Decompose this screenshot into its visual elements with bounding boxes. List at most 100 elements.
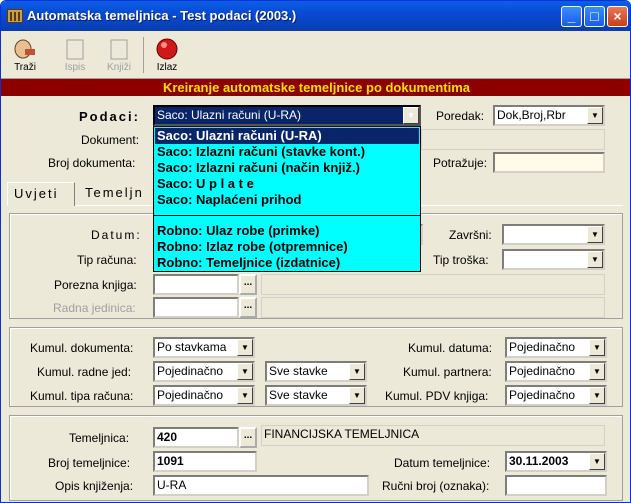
podaci-label: Podaci: xyxy=(79,109,140,124)
broj-dokumenta-label: Broj dokumenta: xyxy=(48,156,136,170)
trazi-label: Traži xyxy=(14,62,36,73)
print-icon xyxy=(66,39,84,60)
kumul-tipa-racuna-stavke-value: Sve stavke xyxy=(269,388,328,402)
dropdown-item[interactable]: Robno: Temeljnice (izdatnice) xyxy=(157,255,340,271)
temeljnica-name-value: FINANCIJSKA TEMELJNICA xyxy=(264,427,420,441)
toolbar-separator xyxy=(143,37,144,73)
kumul-pdv-value: Pojedinačno xyxy=(509,388,576,402)
broj-temeljnice-label: Broj temeljnice: xyxy=(48,456,131,470)
potrazuje-field[interactable] xyxy=(493,152,605,173)
dokument-label: Dokument: xyxy=(81,133,140,147)
datum-temeljnice-label: Datum temeljnice: xyxy=(394,456,491,470)
chevron-down-icon[interactable]: ▼ xyxy=(589,363,605,380)
kumul-tipa-racuna-label: Kumul. tipa računa: xyxy=(30,389,134,403)
ispis-button[interactable]: Ispis xyxy=(57,35,93,75)
kumul-dokumenta-value: Po stavkama xyxy=(157,340,227,354)
kumul-datuma-select[interactable]: Pojedinačno ▼ xyxy=(505,337,607,358)
dropdown-item[interactable]: Saco: U p l a t e xyxy=(157,176,254,192)
kumul-tipa-racuna-stavke-select[interactable]: Sve stavke ▼ xyxy=(265,385,367,406)
kumul-radne-jed-select[interactable]: Pojedinačno ▼ xyxy=(153,361,255,382)
rucni-broj-label: Ručni broj (oznaka): xyxy=(382,479,490,493)
book-icon xyxy=(110,39,128,60)
kumul-radne-jed-stavke-select[interactable]: Sve stavke ▼ xyxy=(265,361,367,382)
porezna-knjiga-label: Porezna knjiga: xyxy=(54,278,137,292)
knjizi-button[interactable]: Knjiži xyxy=(101,35,137,75)
chevron-down-icon[interactable]: ▼ xyxy=(587,251,603,268)
dropdown-item[interactable]: Robno: Ulaz robe (primke) xyxy=(157,223,320,239)
kumul-datuma-label: Kumul. datuma: xyxy=(408,341,493,355)
opis-knjizenja-field[interactable]: U-RA xyxy=(153,475,369,496)
kumul-tipa-racuna-select[interactable]: Pojedinačno ▼ xyxy=(153,385,255,406)
banner: Kreiranje automatske temeljnice po dokum… xyxy=(1,79,630,96)
window-title: Automatska temeljnica - Test podaci (200… xyxy=(27,8,297,23)
radna-jedinica-browse-button[interactable]: ... xyxy=(239,297,257,318)
radna-jedinica-field[interactable] xyxy=(153,297,239,318)
ispis-label: Ispis xyxy=(64,62,86,73)
radna-jedinica-name xyxy=(261,297,605,318)
chevron-down-icon[interactable]: ▼ xyxy=(589,339,605,356)
chevron-down-icon[interactable]: ▼ xyxy=(237,363,253,380)
minimize-button[interactable]: _ xyxy=(561,6,582,27)
kumul-pdv-select[interactable]: Pojedinačno ▼ xyxy=(505,385,607,406)
tip-troska-select[interactable]: ▼ xyxy=(502,249,605,270)
chevron-down-icon[interactable]: ▼ xyxy=(589,453,605,470)
chevron-down-icon[interactable]: ▼ xyxy=(349,363,365,380)
exit-icon xyxy=(156,38,178,60)
datum-label: Datum: xyxy=(91,228,142,242)
chevron-down-icon[interactable]: ▼ xyxy=(237,339,253,356)
tab-uvjeti[interactable]: Uvjeti xyxy=(7,182,75,206)
knjizi-label: Knjiži xyxy=(107,62,131,73)
chevron-down-icon[interactable]: ▼ xyxy=(349,387,365,404)
search-icon xyxy=(14,39,35,59)
poredak-label: Poredak: xyxy=(436,109,485,123)
chevron-down-icon[interactable]: ▼ xyxy=(589,387,605,404)
temeljnica-browse-button[interactable]: ... xyxy=(239,427,257,448)
tab-uvjeti-label: Uvjeti xyxy=(14,186,59,201)
app-icon xyxy=(7,9,23,23)
izlaz-button[interactable]: Izlaz xyxy=(149,35,185,75)
porezna-knjiga-browse-button[interactable]: ... xyxy=(239,274,257,295)
dropdown-item[interactable]: Saco: Izlazni računi (stavke kont.) xyxy=(157,144,365,160)
kumul-dokumenta-select[interactable]: Po stavkama ▼ xyxy=(153,337,255,358)
porezna-knjiga-field[interactable] xyxy=(153,274,239,295)
trazi-button[interactable]: Traži xyxy=(7,35,43,75)
datum-temeljnice-value: 30.11.2003 xyxy=(509,454,569,468)
dropdown-item[interactable]: Saco: Ulazni računi (U-RA) xyxy=(157,128,322,144)
podaci-select[interactable]: Saco: Ulazni računi (U-RA) ▼ xyxy=(153,105,421,126)
poredak-select[interactable]: Dok,Broj,Rbr ▼ xyxy=(493,105,605,126)
datum-temeljnice-select[interactable]: 30.11.2003 ▼ xyxy=(505,451,607,472)
radna-jedinica-label: Radna jedinica: xyxy=(53,301,136,315)
dropdown-item[interactable]: Robno: Izlaz robe (otpremnice) xyxy=(157,239,348,255)
chevron-down-icon[interactable]: ▼ xyxy=(237,387,253,404)
dropdown-separator xyxy=(154,215,420,216)
kumul-partnera-select[interactable]: Pojedinačno ▼ xyxy=(505,361,607,382)
zavrsni-label: Završni: xyxy=(449,228,492,242)
chevron-down-icon[interactable]: ▼ xyxy=(587,226,603,243)
broj-temeljnice-field[interactable]: 1091 xyxy=(153,451,257,472)
chevron-down-icon[interactable]: ▼ xyxy=(403,107,419,124)
maximize-button[interactable]: □ xyxy=(584,6,605,27)
dokument-field[interactable] xyxy=(421,129,605,150)
dropdown-item[interactable]: Saco: Izlazni računi (način knjiž.) xyxy=(157,160,360,176)
temeljnica-code: 420 xyxy=(157,430,178,444)
podaci-value: Saco: Ulazni računi (U-RA) xyxy=(157,108,302,122)
kumul-pdv-label: Kumul. PDV knjiga: xyxy=(385,389,489,403)
podaci-dropdown-list[interactable]: Saco: Ulazni računi (U-RA) Saco: Izlazni… xyxy=(153,126,421,272)
zavrsni-select[interactable]: ▼ xyxy=(502,224,605,245)
rucni-broj-field[interactable] xyxy=(505,475,607,496)
title-bar[interactable]: Automatska temeljnica - Test podaci (200… xyxy=(1,1,630,31)
kumul-tipa-racuna-value: Pojedinačno xyxy=(157,388,224,402)
close-button[interactable]: × xyxy=(607,6,628,27)
opis-knjizenja-value: U-RA xyxy=(157,478,187,492)
kumul-radne-jed-stavke-value: Sve stavke xyxy=(269,364,328,378)
tip-troska-label: Tip troška: xyxy=(433,253,489,267)
izlaz-label: Izlaz xyxy=(156,62,178,73)
app-window: Automatska temeljnica - Test podaci (200… xyxy=(0,0,631,503)
dropdown-item[interactable]: Saco: Naplaćeni prihod xyxy=(157,192,301,208)
temeljnica-code-field[interactable]: 420 xyxy=(153,427,239,448)
tab-temeljnica[interactable]: Temeljn xyxy=(79,182,159,206)
kumul-partnera-value: Pojedinačno xyxy=(509,364,576,378)
chevron-down-icon[interactable]: ▼ xyxy=(587,107,603,124)
kumul-partnera-label: Kumul. partnera: xyxy=(403,365,492,379)
tip-racuna-label: Tip računa: xyxy=(77,253,137,267)
